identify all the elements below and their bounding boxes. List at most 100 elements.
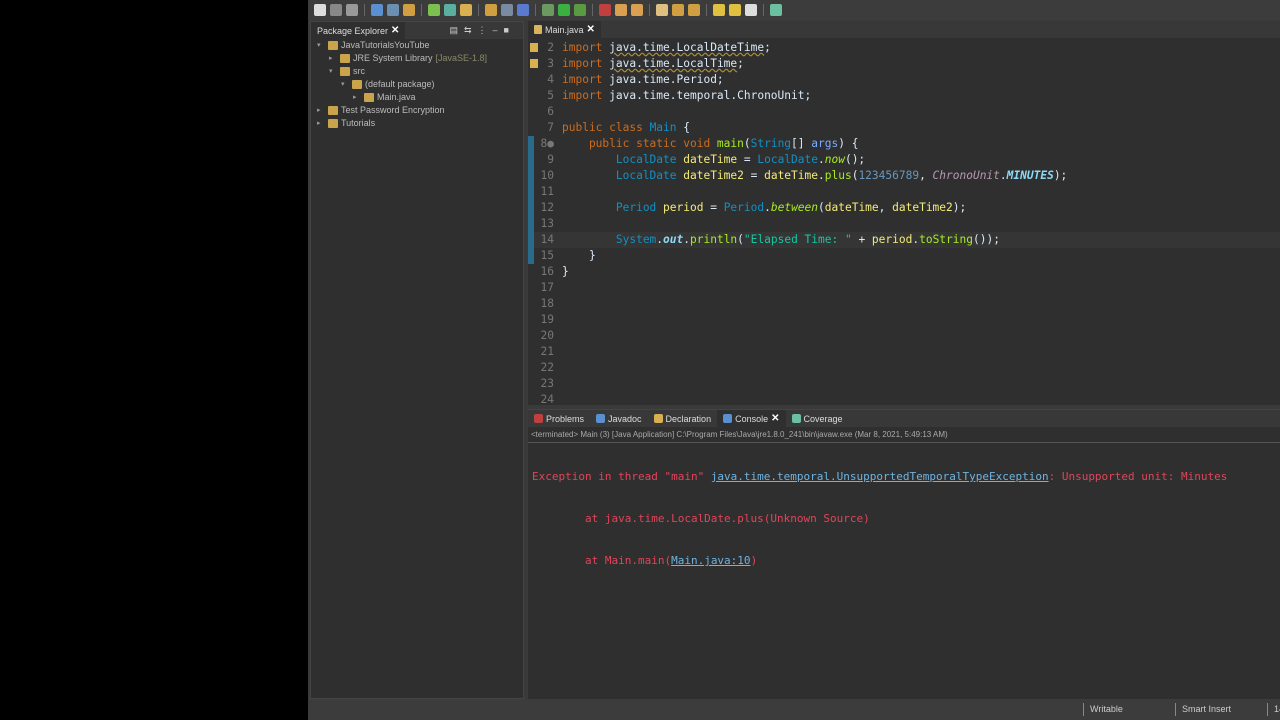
main-toolbar [308,0,1280,20]
java-file-icon [534,25,542,34]
tree-item[interactable]: ▸ Tutorials [311,117,523,130]
close-icon[interactable]: ✕ [391,25,399,36]
expand-arrow-icon[interactable]: ▾ [317,39,325,52]
code-token: MINUTES [1006,169,1054,182]
tab-problems[interactable]: Problems [528,410,590,427]
toolbar-button-icon[interactable] [485,4,497,16]
code-line: 10 LocalDate dateTime2 = dateTime. plus(1… [528,168,1280,184]
toolbar-button-icon[interactable] [599,4,611,16]
toolbar-button-icon[interactable] [745,4,757,16]
line-number: 9 [528,152,562,168]
code-line: 4 import java.time.Period; [528,72,1280,88]
toolbar-button-icon[interactable] [729,4,741,16]
close-icon[interactable]: ✕ [771,413,779,424]
code-token: 123456789 [858,169,920,182]
tree-item[interactable]: ▸ Test Password Encryption [311,104,523,117]
tab-label: Problems [546,413,585,424]
toolbar-button-icon[interactable] [387,4,399,16]
code-token: dateTime2 [683,169,744,182]
code-line: 21 [528,344,1280,360]
code-editor[interactable]: Main.java ✕ 2 import java.time.LocalDateTi… [528,21,1280,406]
code-token: import [562,57,603,70]
toolbar-button-icon[interactable] [403,4,415,16]
tree-item-label: Tutorials [341,118,376,128]
code-line: 19 [528,312,1280,328]
expand-arrow-icon[interactable]: ▾ [329,65,337,78]
code-line: 17 [528,280,1280,296]
toolbar-button-icon[interactable] [574,4,586,16]
expand-arrow-icon[interactable]: ▸ [329,52,337,65]
tab-label: Package Explorer [317,25,389,36]
console-output[interactable]: Exception in thread "main" java.time.tem… [528,443,1280,595]
tab-declaration[interactable]: Declaration [648,410,718,427]
expand-arrow-icon[interactable]: ▸ [317,104,325,117]
code-token: public static void [562,137,717,150]
toolbar-button-icon[interactable] [517,4,529,16]
toolbar-button-icon[interactable] [770,4,782,16]
code-token: . [764,201,771,214]
toolbar-button-icon[interactable] [501,4,513,16]
toolbar-button-icon[interactable] [656,4,668,16]
tab-package-explorer[interactable]: Package Explorer ✕ [311,22,406,39]
tab-console[interactable]: Console ✕ [717,410,786,427]
code-token: java.time.temporal.ChronoUnit; [602,89,812,102]
code-line: 5 import java.time.temporal.ChronoUnit; [528,88,1280,104]
code-token: ChronoUnit [932,169,1000,182]
toolbar-button-icon[interactable] [314,4,326,16]
toolbar-button-icon[interactable] [631,4,643,16]
toolbar-button-icon[interactable] [444,4,456,16]
exception-link[interactable]: java.time.temporal.UnsupportedTemporalTy… [711,470,1049,483]
view-menu-icons[interactable]: ▤⇆⋮–■ [450,25,516,36]
code-token: = [737,153,758,166]
code-token: . [817,153,825,166]
tree-item-suffix: [JavaSE-1.8] [435,53,488,63]
code-token: "Elapsed Time: " [743,233,852,246]
tab-coverage[interactable]: Coverage [786,410,849,427]
tab-label: Main.java [545,24,584,35]
expand-arrow-icon[interactable]: ▾ [341,78,349,91]
code-token: period [663,201,704,214]
toolbar-button-icon[interactable] [615,4,627,16]
tree-item[interactable]: ▾ src [311,65,523,78]
toolbar-button-icon[interactable] [371,4,383,16]
project-tree: ▾ JavaTutorialsYouTube ▸ JRE System Library… [311,39,523,130]
folder-icon [340,54,350,63]
toolbar-button-icon[interactable] [346,4,358,16]
code-token: String [750,137,792,150]
code-token: dateTime2 [892,201,953,214]
code-token: (); [844,153,866,166]
code-token: . [817,169,825,182]
code-token: ()); [972,233,1000,246]
close-icon[interactable]: ✕ [587,24,595,35]
source-link[interactable]: Main.java:10 [671,554,750,567]
code-token: java.time.Period; [602,73,724,86]
expand-arrow-icon[interactable]: ▸ [317,117,325,130]
tree-item[interactable]: ▾ JavaTutorialsYouTube [311,39,523,52]
folder-icon [352,80,362,89]
line-number: 15 [528,248,562,264]
code-token: dateTime [824,201,879,214]
toolbar-button-icon[interactable] [330,4,342,16]
tree-item-label: JavaTutorialsYouTube [341,40,430,50]
toolbar-separator [763,4,764,16]
tree-item[interactable]: ▸ Main.java [311,91,523,104]
toolbar-button-icon[interactable] [428,4,440,16]
toolbar-button-icon[interactable] [542,4,554,16]
toolbar-button-icon[interactable] [672,4,684,16]
tree-item[interactable]: ▸ JRE System Library [JavaSE-1.8] [311,52,523,65]
tab-main-java[interactable]: Main.java ✕ [528,21,601,38]
toolbar-button-icon[interactable] [558,4,570,16]
toolbar-button-icon[interactable] [460,4,472,16]
toolbar-button-icon[interactable] [688,4,700,16]
code-token: [] [791,137,812,150]
javadoc-icon [596,414,606,423]
tab-javadoc[interactable]: Javadoc [590,410,648,427]
declaration-icon [653,414,663,423]
tree-item[interactable]: ▾ (default package) [311,78,523,91]
code-token: java.time.LocalDateTime [609,41,765,54]
code-line: 14 System. out. println("Elapsed Time: " +… [528,232,1280,248]
expand-arrow-icon[interactable]: ▸ [353,91,361,104]
code-token: Main [649,121,677,134]
toolbar-button-icon[interactable] [713,4,725,16]
